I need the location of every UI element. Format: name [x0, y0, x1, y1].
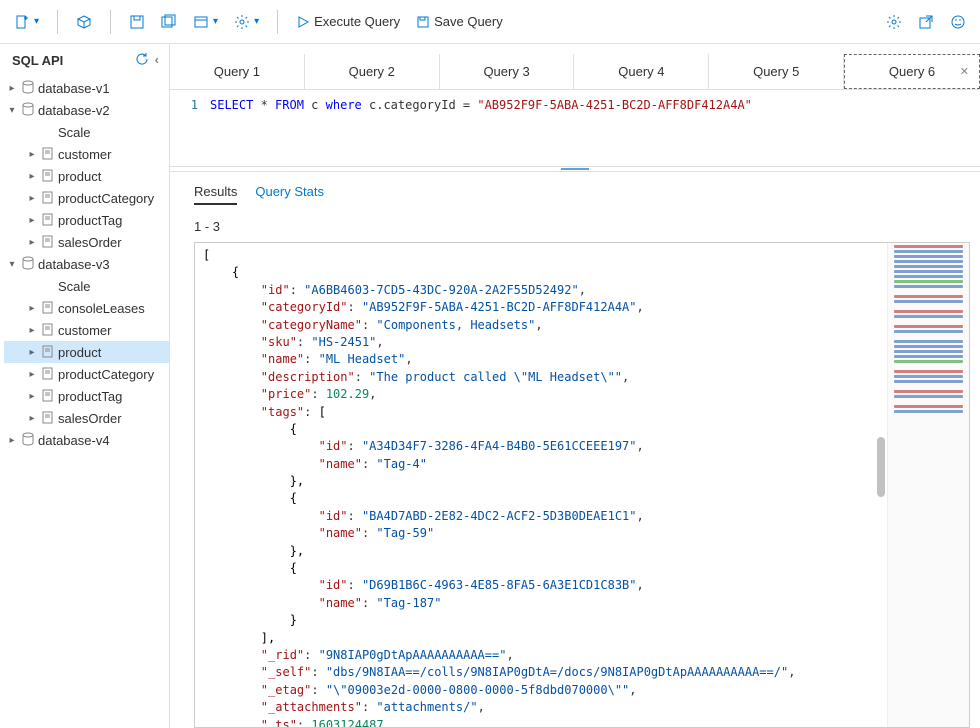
- result-count: 1 - 3: [170, 211, 980, 242]
- tab-query-1[interactable]: Query 1: [170, 54, 305, 89]
- tree: ▸database-v1▾database-v2Scale▸customer▸p…: [0, 77, 169, 728]
- tree-node-db3-product[interactable]: ▸product: [4, 341, 169, 363]
- tab-query-4[interactable]: Query 4: [574, 54, 709, 89]
- tree-node-db3-consoleLeases[interactable]: ▸consoleLeases: [4, 297, 169, 319]
- line-number: 1: [170, 98, 210, 112]
- tree-node-db3-productTag[interactable]: ▸productTag: [4, 385, 169, 407]
- content: Query 1Query 2Query 3Query 4Query 5Query…: [170, 44, 980, 728]
- gear-icon[interactable]: [880, 8, 908, 36]
- tree-node-db3-productCategory[interactable]: ▸productCategory: [4, 363, 169, 385]
- refresh-icon[interactable]: [135, 52, 149, 69]
- tree-node-db3-customer[interactable]: ▸customer: [4, 319, 169, 341]
- save-all-button[interactable]: [155, 8, 183, 36]
- tree-node-db4[interactable]: ▸database-v4: [4, 429, 169, 451]
- toolbar: ▾ ▾ ▾ Execute Query Save Query: [0, 0, 980, 44]
- sidebar-title: SQL API: [12, 53, 63, 68]
- tree-node-db2-scale[interactable]: Scale: [4, 121, 169, 143]
- tab-query-6[interactable]: Query 6✕: [844, 54, 980, 89]
- collapse-icon[interactable]: ‹: [155, 52, 159, 69]
- chevron-down-icon: ▾: [213, 16, 218, 27]
- editor[interactable]: 1 SELECT * FROM c where c.categoryId = "…: [170, 90, 980, 118]
- tree-node-db3[interactable]: ▾database-v3: [4, 253, 169, 275]
- new-document-button[interactable]: ▾: [8, 8, 45, 36]
- tree-node-db2-product[interactable]: ▸product: [4, 165, 169, 187]
- cube-button[interactable]: [70, 8, 98, 36]
- tab-results[interactable]: Results: [194, 184, 237, 205]
- tab-query-stats[interactable]: Query Stats: [255, 184, 324, 205]
- tree-node-db2-salesOrder[interactable]: ▸salesOrder: [4, 231, 169, 253]
- close-icon[interactable]: ✕: [960, 65, 969, 78]
- tab-query-2[interactable]: Query 2: [305, 54, 440, 89]
- tab-query-5[interactable]: Query 5: [709, 54, 844, 89]
- result-tabs: Results Query Stats: [170, 172, 980, 211]
- popout-icon[interactable]: [912, 8, 940, 36]
- smile-icon[interactable]: [944, 8, 972, 36]
- tree-node-db2[interactable]: ▾database-v2: [4, 99, 169, 121]
- execute-query-button[interactable]: Execute Query: [290, 8, 406, 36]
- results-json[interactable]: [ { "id": "A6BB4603-7CD5-43DC-920A-2A2F5…: [195, 243, 969, 727]
- tree-node-db3-salesOrder[interactable]: ▸salesOrder: [4, 407, 169, 429]
- chevron-down-icon: ▾: [254, 16, 259, 27]
- settings-button[interactable]: ▾: [228, 8, 265, 36]
- save-button-1[interactable]: [123, 8, 151, 36]
- sidebar: SQL API ‹ ▸database-v1▾database-v2Scale▸…: [0, 44, 170, 728]
- tree-node-db2-customer[interactable]: ▸customer: [4, 143, 169, 165]
- tree-node-db2-productCategory[interactable]: ▸productCategory: [4, 187, 169, 209]
- minimap[interactable]: [887, 243, 969, 727]
- tree-node-db3-scale[interactable]: Scale: [4, 275, 169, 297]
- results-panel: [ { "id": "A6BB4603-7CD5-43DC-920A-2A2F5…: [194, 242, 970, 728]
- query-tabs: Query 1Query 2Query 3Query 4Query 5Query…: [170, 54, 980, 90]
- code-line[interactable]: SELECT * FROM c where c.categoryId = "AB…: [210, 98, 752, 112]
- scrollbar-vertical[interactable]: [875, 243, 887, 727]
- chevron-down-icon: ▾: [34, 16, 39, 27]
- tree-node-db2-productTag[interactable]: ▸productTag: [4, 209, 169, 231]
- tree-node-db1[interactable]: ▸database-v1: [4, 77, 169, 99]
- window-button[interactable]: ▾: [187, 8, 224, 36]
- tab-query-3[interactable]: Query 3: [440, 54, 575, 89]
- save-query-button[interactable]: Save Query: [410, 8, 509, 36]
